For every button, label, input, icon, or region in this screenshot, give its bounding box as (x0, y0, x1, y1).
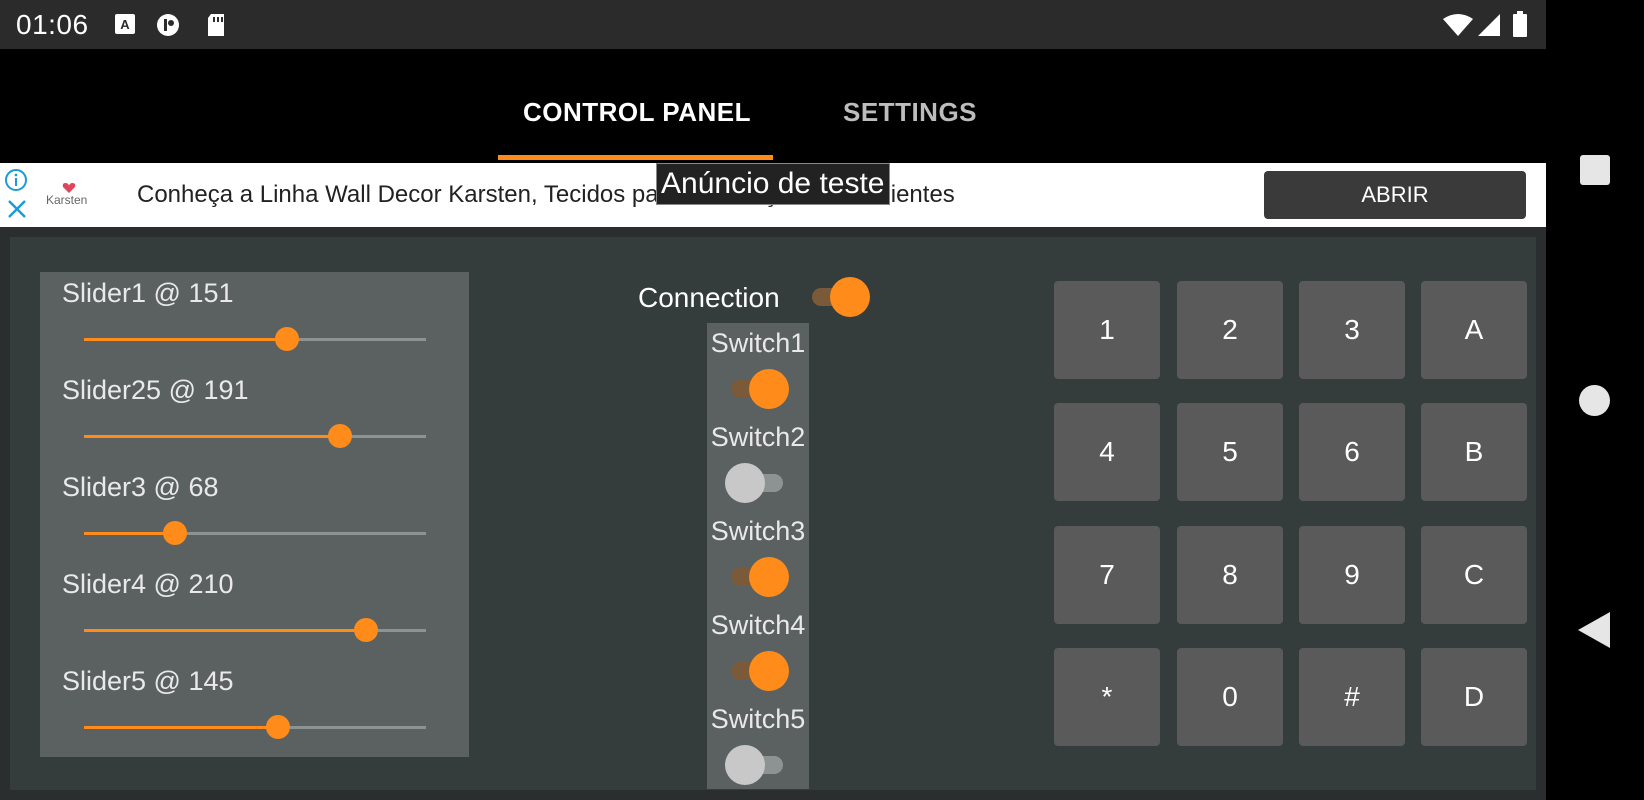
info-icon[interactable] (4, 168, 28, 197)
slider-thumb[interactable] (274, 327, 299, 351)
slider-label: Slider4 @ 210 (62, 569, 234, 599)
svg-text:A: A (120, 17, 130, 32)
slider-label: Slider5 @ 145 (62, 666, 234, 696)
slider-thumb[interactable] (266, 715, 291, 739)
toggle-thumb (725, 745, 765, 785)
slider-fill (84, 338, 287, 341)
connection-toggle[interactable] (806, 277, 870, 317)
slider-group: Slider1 @ 151 Slider25 @ 191 Slider3 @ 6… (40, 272, 469, 757)
key-button[interactable]: D (1421, 648, 1527, 746)
key-button[interactable]: 1 (1054, 281, 1160, 379)
app-screen: 01:06 A CONTROL PANEL SETTINGS Karsten C… (0, 0, 1546, 800)
key-button[interactable]: 5 (1177, 403, 1283, 501)
font-a-icon: A (114, 13, 136, 35)
key-button[interactable]: 2 (1177, 281, 1283, 379)
key-button[interactable]: B (1421, 403, 1527, 501)
recents-button-icon[interactable] (1580, 155, 1610, 185)
toggle-thumb (749, 557, 789, 597)
slider-label: Slider3 @ 68 (62, 472, 219, 502)
slider-track[interactable] (84, 618, 426, 642)
sd-card-icon (205, 13, 227, 36)
slider-thumb[interactable] (328, 424, 353, 448)
toggle-thumb (749, 369, 789, 409)
ad-brand-logo: Karsten (46, 193, 88, 207)
slider-fill (84, 726, 279, 729)
key-button[interactable]: 4 (1054, 403, 1160, 501)
switch-3-toggle[interactable] (725, 557, 789, 597)
slider-track[interactable] (84, 327, 426, 351)
key-button[interactable]: 8 (1177, 526, 1283, 624)
switch-group: Switch1 Switch2 Switch3 Switch4 Switch5 (707, 323, 809, 789)
slider-track[interactable] (84, 715, 426, 739)
toggle-thumb (725, 463, 765, 503)
slider-fill (84, 435, 341, 438)
switch-label: Switch1 (710, 328, 806, 358)
switch-4-toggle[interactable] (725, 651, 789, 691)
back-button-icon[interactable] (1578, 612, 1610, 648)
key-button[interactable]: 0 (1177, 648, 1283, 746)
switch-label: Switch4 (710, 610, 806, 640)
slider-track[interactable] (84, 521, 426, 545)
switch-5-toggle[interactable] (725, 745, 789, 785)
key-button[interactable]: # (1299, 648, 1405, 746)
slider-thumb[interactable] (163, 521, 188, 545)
key-button[interactable]: C (1421, 526, 1527, 624)
slider-fill (84, 629, 366, 632)
battery-icon (1512, 11, 1528, 37)
slider-track[interactable] (84, 424, 426, 448)
key-button[interactable]: * (1054, 648, 1160, 746)
key-button[interactable]: 7 (1054, 526, 1160, 624)
switch-1-toggle[interactable] (725, 369, 789, 409)
toggle-thumb (749, 651, 789, 691)
slider-thumb[interactable] (353, 618, 378, 642)
switch-2-toggle[interactable] (725, 463, 789, 503)
ad-open-button[interactable]: ABRIR (1264, 171, 1526, 219)
status-time: 01:06 (16, 9, 89, 40)
tab-settings[interactable]: SETTINGS (843, 97, 977, 128)
home-button-icon[interactable] (1579, 385, 1610, 416)
active-tab-indicator (498, 155, 773, 160)
signal-icon (1476, 13, 1502, 36)
close-icon[interactable] (6, 198, 28, 225)
toggle-thumb (830, 277, 870, 317)
test-ad-label: Anúncio de teste (656, 163, 890, 205)
slider-label: Slider1 @ 151 (62, 278, 234, 308)
status-bar: 01:06 A (0, 0, 1546, 49)
switch-label: Switch5 (710, 704, 806, 734)
pocket-app-icon (155, 13, 179, 36)
connection-label: Connection (638, 282, 780, 313)
wifi-icon (1442, 13, 1474, 36)
key-button[interactable]: 3 (1299, 281, 1405, 379)
slider-label: Slider25 @ 191 (62, 375, 249, 405)
switch-label: Switch3 (710, 516, 806, 546)
key-button[interactable]: A (1421, 281, 1527, 379)
switch-label: Switch2 (710, 422, 806, 452)
slider-fill (84, 532, 176, 535)
tab-bar: CONTROL PANEL SETTINGS (0, 49, 1546, 163)
tab-control-panel[interactable]: CONTROL PANEL (523, 97, 751, 128)
key-button[interactable]: 6 (1299, 403, 1405, 501)
key-button[interactable]: 9 (1299, 526, 1405, 624)
